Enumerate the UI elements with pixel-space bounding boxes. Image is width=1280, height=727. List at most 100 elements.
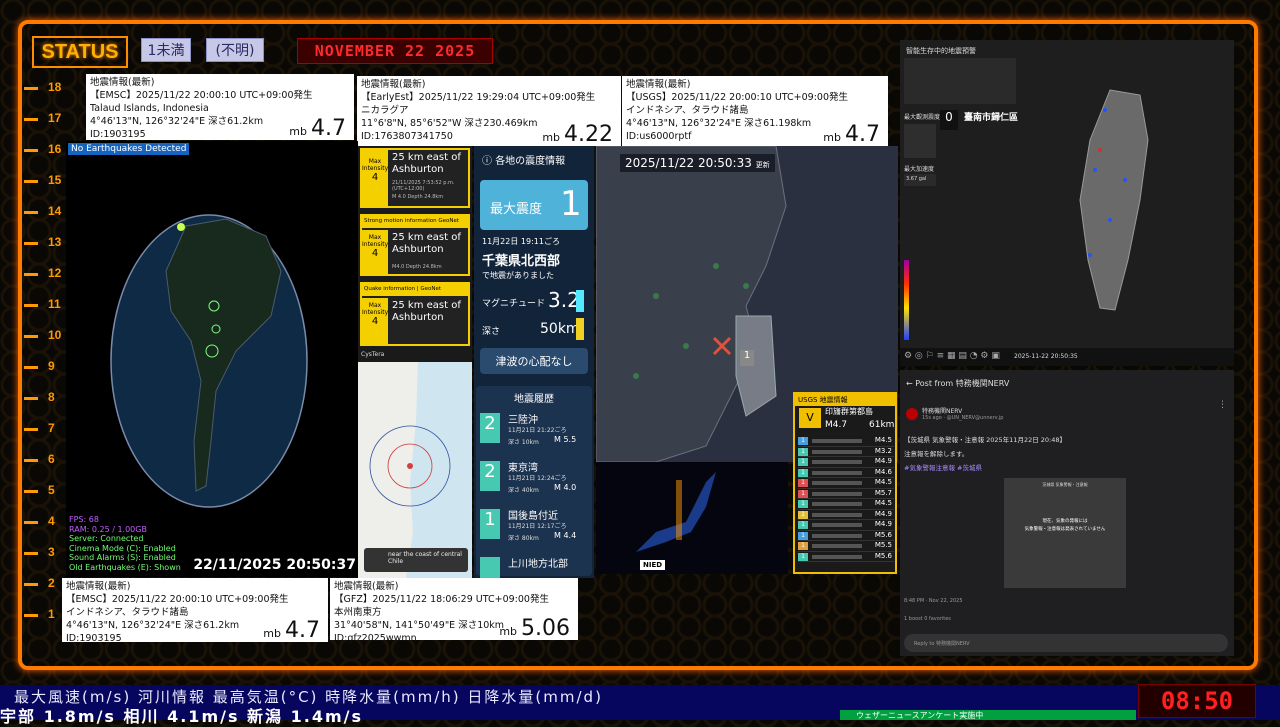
eq-card-gfz: 地震情報(最新) 【GFZ】2025/11/22 18:06:29 UTC+09… bbox=[330, 578, 578, 644]
eq-mag: mb 4.7 bbox=[823, 122, 880, 147]
taiwan-time: 2025-11-22 20:50:35 bbox=[1014, 353, 1078, 360]
usgs-row[interactable]: 1 M5.6 bbox=[798, 551, 894, 562]
reply-input[interactable]: Reply to 特務機関NERV bbox=[904, 634, 1228, 652]
nied-logo: NIED bbox=[640, 560, 666, 570]
usgs-row[interactable]: 1 M5.7 bbox=[798, 489, 894, 499]
geonet-card[interactable]: Strong motion information GeoNet Max Int… bbox=[360, 214, 470, 276]
usgs-row-mag: M5.6 bbox=[874, 551, 892, 560]
usgs-level: V bbox=[799, 408, 821, 428]
date-banner: NOVEMBER 22 2025 bbox=[297, 38, 493, 64]
nied-map-panel[interactable]: NIED bbox=[596, 462, 788, 574]
intensity-label: Max Intensity bbox=[362, 158, 389, 172]
magnitude-bar bbox=[576, 290, 584, 312]
eq-mag: mb 4.7 bbox=[263, 618, 320, 643]
post-time: 8:48 PM · Nov 22, 2025 bbox=[904, 598, 963, 604]
post-image[interactable]: 茨城県 気象警報・注意報 現在、気象の発報には 気象警報・注意報は発表されていま… bbox=[1004, 478, 1126, 588]
usgs-row-name bbox=[812, 449, 862, 454]
globe-timestamp: 22/11/2025 20:50:37 bbox=[193, 557, 356, 573]
usgs-panel: USGS 地震情報 V 印旛群第都島 M4.7 61km 1 M4.5 1 M3.2 1… bbox=[793, 392, 897, 574]
max-intensity-box: 最大震度 1 bbox=[480, 180, 588, 230]
usgs-row[interactable]: 1 M4.5 bbox=[798, 499, 894, 510]
geonet-mag: M 4.0 Depth 24.8km bbox=[392, 194, 444, 200]
taiwan-panel: 智能生存中的地震預警 最大觀測震度 0 臺南市歸仁區 最大加速度 3.67 ga… bbox=[900, 40, 1234, 366]
eq-card-header: 地震情報(最新) bbox=[626, 79, 691, 90]
eq-mag: mb 4.7 bbox=[289, 116, 346, 141]
history-item[interactable]: 1 国後島付近 11月21日 12:17ごろ 深さ 80km M 4.4 bbox=[480, 505, 588, 549]
phone-map-panel[interactable]: CysTera near the coast of central Chile bbox=[358, 348, 472, 578]
eq-line: 【EMSC】2025/11/22 20:00:10 UTC+09:00発生 bbox=[90, 90, 313, 101]
usgs-row[interactable]: 1 M4.5 bbox=[798, 478, 894, 489]
geonet-location: 25 km east of Ashburton bbox=[392, 232, 461, 255]
usgs-row-mag: M5.6 bbox=[874, 530, 892, 539]
history-depth: 深さ 80km bbox=[508, 535, 539, 542]
eq-line: インドネシア、タラウド諸島 bbox=[626, 105, 749, 116]
settings-icons[interactable]: ⚙ ◎ ⚐ ≡ ▦ ▤ ◔ ⚙ ▣ bbox=[904, 351, 1000, 361]
image-text: 現在、気象の発報には bbox=[1042, 519, 1088, 524]
usgs-row[interactable]: 1 M3.2 bbox=[798, 447, 894, 457]
stat-line: Sound Alarms (S): Enabled bbox=[69, 553, 176, 562]
quake-time: 11月22日 19:11ごろ bbox=[482, 237, 560, 246]
intensity-value: 4 bbox=[371, 248, 379, 259]
history-intensity: 1 bbox=[480, 509, 500, 539]
history-item[interactable]: 上川地方北部 bbox=[480, 553, 588, 578]
image-caption: 茨城県 気象警報・注意報 bbox=[1042, 482, 1088, 487]
usgs-title: USGS 地震情報 bbox=[795, 394, 895, 406]
history-depth: 深さ 40km bbox=[508, 487, 539, 494]
geonet-card[interactable]: Max Intensity 4 25 km east of Ashburton 2… bbox=[360, 148, 470, 208]
back-arrow-icon[interactable]: ← bbox=[906, 379, 915, 388]
usgs-row[interactable]: 1 M4.9 bbox=[798, 510, 894, 520]
post-handle: 15s ago · @UN_NERV@unnerv.jp bbox=[922, 415, 1004, 421]
usgs-row-name bbox=[812, 544, 862, 548]
post-author[interactable]: 特務機関NERV bbox=[922, 406, 962, 415]
intensity-label: Max Intensity bbox=[362, 234, 389, 248]
usgs-row-level: 1 bbox=[798, 479, 808, 487]
history-intensity bbox=[480, 557, 500, 578]
usgs-row[interactable]: 1 M5.5 bbox=[798, 541, 894, 552]
avatar[interactable] bbox=[906, 408, 918, 420]
usgs-row[interactable]: 1 M4.9 bbox=[798, 520, 894, 531]
history-depth: 深さ 10km bbox=[508, 439, 539, 446]
eq-line: 【GFZ】2025/11/22 18:06:29 UTC+09:00発生 bbox=[334, 594, 549, 605]
usgs-row-name bbox=[812, 481, 862, 485]
eq-card-header: 地震情報(最新) bbox=[66, 581, 131, 592]
usgs-row[interactable]: 1 M4.5 bbox=[798, 436, 894, 447]
usgs-row[interactable]: 1 M5.6 bbox=[798, 530, 894, 541]
history-item[interactable]: 2 東京湾 11月21日 12:24ごろ 深さ 40km M 4.0 bbox=[480, 457, 588, 501]
depth-label: 深さ bbox=[482, 327, 501, 337]
globe-stats: FPS: 68 RAM: 0.25 / 1.00GB Server: Conne… bbox=[69, 515, 181, 572]
usgs-row-level: 1 bbox=[798, 447, 808, 456]
geonet-mag: M4.0 Depth 24.8km bbox=[392, 264, 442, 270]
eq-line: 【EMSC】2025/11/22 20:00:10 UTC+09:00発生 bbox=[66, 594, 289, 605]
post-stats: 1 boost 0 favorites bbox=[904, 616, 951, 622]
usgs-depth: 61km bbox=[869, 420, 895, 430]
usgs-row[interactable]: 1 M4.6 bbox=[798, 468, 894, 478]
history-intensity: 2 bbox=[480, 413, 500, 443]
globe-view[interactable] bbox=[66, 141, 358, 577]
usgs-row-mag: M4.5 bbox=[874, 436, 892, 444]
more-icon[interactable]: ⋮ bbox=[1218, 400, 1227, 410]
history-date: 11月21日 12:24ごろ bbox=[508, 475, 567, 482]
usgs-row-name bbox=[812, 470, 862, 475]
usgs-row[interactable]: 1 M4.9 bbox=[798, 457, 894, 468]
geonet-card-title: Quake information | GeoNet bbox=[362, 284, 468, 296]
usgs-row-mag: M4.5 bbox=[874, 499, 892, 507]
stat-line: Old Earthquakes (E): Shown bbox=[69, 562, 181, 572]
max-intensity-value: 1 bbox=[560, 184, 582, 224]
eq-card-header: 地震情報(最新) bbox=[334, 581, 399, 592]
post-tags[interactable]: #気象警報注意報 #茨城県 bbox=[904, 462, 982, 472]
globe-panel: No Earthquakes Detected FPS: 68 RAM: 0.2… bbox=[66, 141, 358, 577]
geonet-location: 25 km east of Ashburton bbox=[392, 152, 461, 175]
usgs-row-name bbox=[812, 502, 862, 506]
usgs-row-name bbox=[812, 512, 862, 517]
info-icon: ⓘ bbox=[482, 156, 496, 167]
geonet-location: 25 km east of Ashburton bbox=[392, 300, 461, 323]
usgs-row-name bbox=[812, 554, 862, 559]
japan-strong-motion-map bbox=[636, 472, 716, 552]
usgs-mag: M4.7 bbox=[825, 420, 848, 430]
geonet-card[interactable]: Quake information | GeoNet Max Intensity… bbox=[360, 282, 470, 346]
history-item[interactable]: 2 三陸沖 11月21日 21:22ごろ 深さ 10km M 5.5 bbox=[480, 409, 588, 453]
ticker-news: ウェザーニュースアンケート実施中 bbox=[840, 710, 1136, 720]
geonet-time: 21/11/2025 7:53:52 p.m. (UTC+12:00) bbox=[392, 180, 455, 192]
depth-bar bbox=[576, 318, 584, 340]
usgs-row-level: 1 bbox=[798, 542, 808, 550]
